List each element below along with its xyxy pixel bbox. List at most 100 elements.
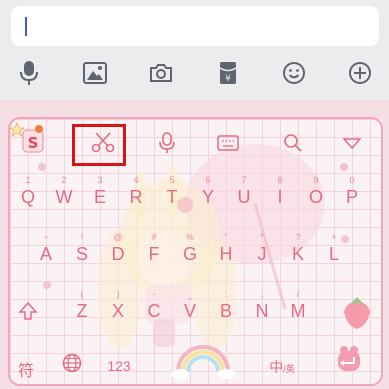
image-icon[interactable] <box>77 55 113 91</box>
key-sub-label: 1 <box>25 175 31 185</box>
key-o[interactable]: 9O <box>299 175 333 213</box>
key-sub-label: * <box>260 232 264 242</box>
key-a[interactable]: ~ A <box>29 232 63 270</box>
add-icon[interactable] <box>342 55 378 91</box>
key-label: B <box>219 301 232 321</box>
key-sub-label: 3 <box>97 175 103 185</box>
key-label: C <box>147 301 161 321</box>
key-m[interactable]: / M <box>281 289 315 327</box>
key-e[interactable]: 3E <box>83 175 117 213</box>
camera-icon[interactable] <box>143 55 179 91</box>
key-i[interactable]: 8I <box>263 175 297 213</box>
key-label: L <box>328 244 339 264</box>
chat-input-area: ¥ <box>0 0 389 100</box>
svg-text:¥: ¥ <box>225 74 231 84</box>
logo-letter: S <box>28 134 39 152</box>
enter-key[interactable] <box>332 343 366 379</box>
key-sub-label: 9 <box>313 175 319 185</box>
key-label: I <box>277 187 283 207</box>
key-label: H <box>219 244 233 264</box>
key-sub-label: @ <box>113 232 123 242</box>
key-sub-label: ( <box>80 289 84 299</box>
key-sub-label: : <box>224 289 228 299</box>
key-sub-label: % <box>185 232 194 242</box>
key-label: N <box>255 301 269 321</box>
key-sub-label: " <box>224 232 228 242</box>
key-sub-label: _ <box>187 289 193 299</box>
key-q[interactable]: 1Q <box>11 175 45 213</box>
key-label: K <box>291 244 304 264</box>
globe-key[interactable] <box>60 353 84 377</box>
key-sub-label: ~ <box>43 232 49 242</box>
language-key-main: 中 <box>269 359 284 375</box>
backspace-key[interactable] <box>335 289 369 327</box>
key-label: Y <box>201 187 214 207</box>
key-label: R <box>129 187 143 207</box>
search-icon[interactable] <box>271 123 315 163</box>
key-s[interactable]: ! S <box>65 232 99 270</box>
red-packet-icon[interactable]: ¥ <box>210 55 246 91</box>
keyboard-icon[interactable] <box>206 123 250 163</box>
enter-icon <box>338 346 360 371</box>
key-label: D <box>111 244 125 264</box>
microphone-icon[interactable] <box>11 55 47 91</box>
key-label: M <box>290 301 306 321</box>
key-d[interactable]: @ D <box>101 232 135 270</box>
space-key[interactable] <box>165 347 245 383</box>
key-u[interactable]: 7U <box>227 175 261 213</box>
collapse-icon[interactable] <box>330 123 374 163</box>
key-sub-label: 2 <box>61 175 67 185</box>
key-sub-label: ? <box>295 232 301 242</box>
key-label: A <box>39 244 52 264</box>
key-label: X <box>111 301 124 321</box>
key-label: T <box>166 187 178 207</box>
key-y[interactable]: 6Y <box>191 175 225 213</box>
key-sub-label: ; <box>260 289 264 299</box>
voice-icon[interactable] <box>145 123 189 163</box>
key-v[interactable]: _ V <box>173 289 207 327</box>
key-label: J <box>257 244 267 264</box>
key-label: F <box>148 244 160 264</box>
key-sub-label: - <box>152 289 156 299</box>
message-input[interactable] <box>11 6 379 46</box>
key-label: V <box>183 301 196 321</box>
key-label: Q <box>20 187 35 207</box>
key-g[interactable]: % G <box>173 232 207 270</box>
key-label: U <box>237 187 251 207</box>
themed-keyboard: S 1 Q 2 W 3 E 4 R 5 T 6 Y 7 U 8 I 9 O 0 … <box>8 117 383 386</box>
emoji-icon[interactable] <box>276 55 312 91</box>
number-key[interactable]: 123 <box>102 358 136 374</box>
key-x[interactable]: ) X <box>101 289 135 327</box>
key-sub-label: ! <box>80 232 84 242</box>
key-label: W <box>55 187 73 207</box>
key-j[interactable]: * J <box>245 232 279 270</box>
key-c[interactable]: -C <box>137 289 171 327</box>
key-f[interactable]: # F <box>137 232 171 270</box>
theme-logo-badge[interactable]: S <box>10 121 44 155</box>
key-z[interactable]: (Z <box>65 289 99 327</box>
language-key-sub: /英 <box>283 364 295 374</box>
globe-icon <box>62 353 82 373</box>
key-h[interactable]: " H <box>209 232 243 270</box>
key-label: S <box>75 244 88 264</box>
key-label: Z <box>76 301 88 321</box>
key-b[interactable]: :B <box>209 289 243 327</box>
key-p[interactable]: 0P <box>335 175 369 213</box>
language-key[interactable]: 中/英 <box>264 357 300 377</box>
symbol-key[interactable]: 符 <box>12 357 40 381</box>
shift-key[interactable] <box>11 289 45 327</box>
key-n[interactable]: ; N <box>245 289 279 327</box>
key-label: P <box>345 187 358 207</box>
key-sub-label: 8 <box>277 175 283 185</box>
key-t[interactable]: 5T <box>155 175 189 213</box>
key-k[interactable]: ? K <box>281 232 315 270</box>
key-w[interactable]: 2W <box>47 175 81 213</box>
key-l[interactable]: + L <box>317 232 351 270</box>
key-sub-label: / <box>296 289 300 299</box>
key-sub-label: # <box>151 232 157 242</box>
scissors-icon[interactable] <box>81 123 125 163</box>
input-toolbar: ¥ <box>0 55 389 91</box>
shift-icon <box>18 301 38 320</box>
key-r[interactable]: 4R <box>119 175 153 213</box>
key-sub-label: 7 <box>241 175 247 185</box>
